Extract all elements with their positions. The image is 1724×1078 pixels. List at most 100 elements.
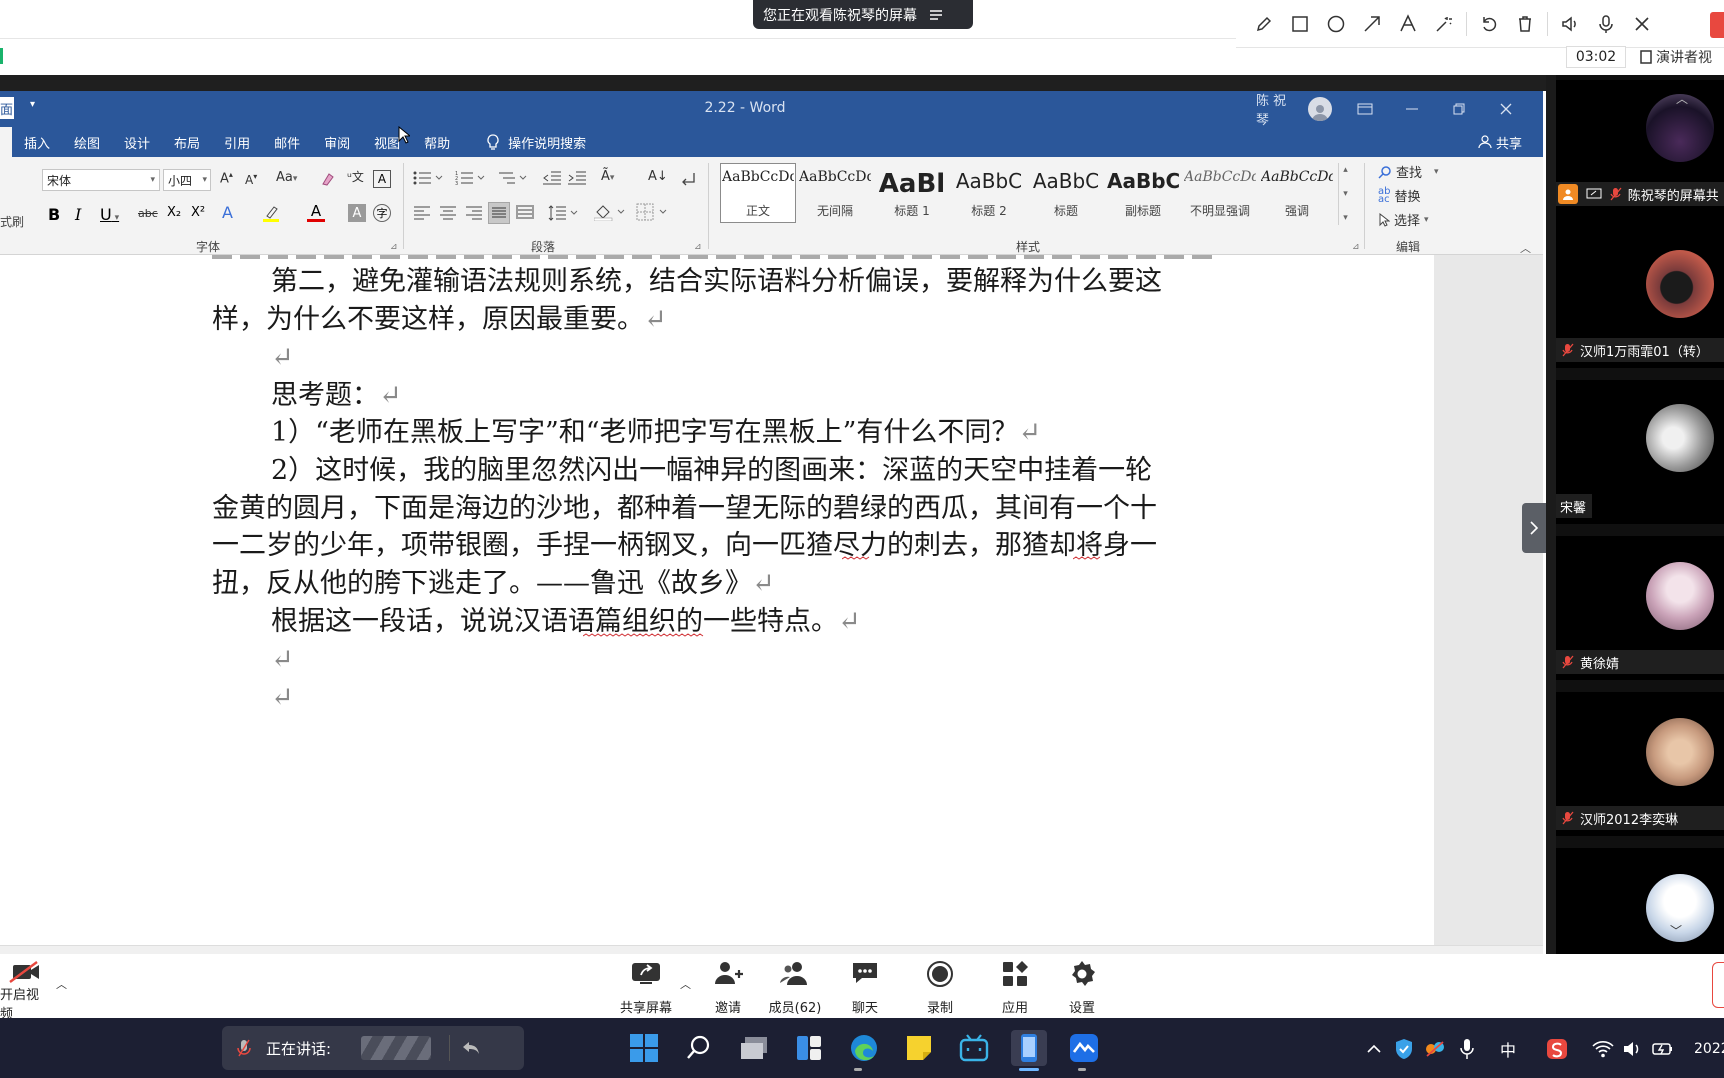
tab-references[interactable]: 引用 — [212, 127, 262, 157]
invite-button[interactable]: 邀请 — [705, 960, 751, 1016]
sogou-icon[interactable] — [1546, 1038, 1568, 1060]
justify-icon[interactable] — [488, 202, 510, 224]
show-hidden-icons[interactable] — [1366, 1038, 1382, 1060]
strikethrough-button[interactable]: abc — [138, 207, 158, 220]
tell-me-search[interactable]: 操作说明搜索 — [474, 127, 598, 157]
tab-design[interactable]: 设计 — [112, 127, 162, 157]
wifi-icon[interactable] — [1592, 1038, 1614, 1060]
chevron-up-icon[interactable]: ︿ — [680, 976, 691, 992]
dialog-launcher-icon[interactable]: ⊿ — [1352, 242, 1360, 252]
font-size-combo[interactable]: 小四 ▾ — [163, 169, 211, 191]
tencent-meeting-icon[interactable] — [1066, 1030, 1102, 1066]
end-meeting-button[interactable] — [1712, 962, 1724, 1008]
task-view-icon[interactable] — [736, 1030, 772, 1066]
dialog-launcher-icon[interactable]: ⊿ — [390, 242, 398, 252]
tab-draw[interactable]: 绘图 — [62, 127, 112, 157]
sticky-notes-icon[interactable] — [901, 1030, 937, 1066]
speaking-indicator[interactable]: 正在讲话: — [222, 1026, 524, 1070]
align-right-icon[interactable] — [466, 206, 482, 220]
clear-formatting-icon[interactable] — [320, 170, 338, 188]
italic-button[interactable]: I — [75, 205, 81, 224]
trash-icon[interactable] — [1507, 0, 1543, 48]
menu-icon[interactable] — [929, 9, 943, 21]
style-heading-2[interactable]: AaBbC 标题 2 — [951, 163, 1027, 223]
bilibili-icon[interactable] — [956, 1030, 992, 1066]
chevron-down-icon[interactable]: ▾ — [1343, 189, 1348, 199]
tab-mailings[interactable]: 邮件 — [262, 127, 312, 157]
style-normal[interactable]: AaBbCcDd 正文 — [720, 163, 796, 223]
magic-wand-icon[interactable] — [1426, 0, 1462, 48]
font-name-combo[interactable]: 宋体 ▾ — [42, 169, 160, 191]
battery-icon[interactable] — [1652, 1038, 1674, 1060]
record-button[interactable]: 录制 — [920, 960, 960, 1016]
shading-icon[interactable] — [594, 203, 628, 221]
members-button[interactable]: 成员(62) — [766, 960, 824, 1016]
input-method-indicator[interactable]: 中 — [1500, 1038, 1516, 1060]
volume-icon[interactable] — [1622, 1038, 1642, 1060]
bold-button[interactable]: B — [48, 205, 60, 224]
align-center-icon[interactable] — [440, 206, 456, 220]
rectangle-icon[interactable] — [1282, 0, 1318, 48]
settings-button[interactable]: 设置 — [1062, 960, 1102, 1016]
start-video-button[interactable]: 开启视频 — [0, 960, 48, 1022]
clock[interactable]: 2022 — [1694, 1038, 1724, 1060]
participant-tile[interactable]: ﹀ — [1556, 848, 1724, 954]
circle-icon[interactable] — [1318, 0, 1354, 48]
text-icon[interactable] — [1390, 0, 1426, 48]
chevron-up-icon[interactable]: ︿ — [1676, 90, 1688, 107]
align-left-icon[interactable] — [414, 206, 430, 220]
multilevel-list-icon[interactable] — [497, 170, 527, 186]
dialog-launcher-icon[interactable]: ⊿ — [694, 242, 702, 252]
style-subtitle[interactable]: AaBbC 副标题 — [1105, 163, 1181, 223]
numbering-icon[interactable]: 123 — [455, 170, 485, 186]
close-icon[interactable] — [1624, 0, 1660, 48]
apps-button[interactable]: 应用 — [995, 960, 1035, 1016]
borders-icon[interactable] — [636, 203, 670, 221]
phonetic-guide-icon[interactable]: ᵘ文 — [347, 168, 364, 185]
speaker-icon[interactable] — [1552, 0, 1588, 48]
replace-button[interactable]: ab ac 替换 — [1378, 186, 1421, 205]
tab-review[interactable]: 审阅 — [312, 127, 362, 157]
sort-icon[interactable]: A↓ — [648, 169, 668, 184]
more-icon[interactable]: ▾ — [1343, 213, 1348, 223]
undo-icon[interactable] — [1471, 0, 1507, 48]
reply-icon[interactable] — [462, 1041, 480, 1055]
search-icon[interactable] — [681, 1030, 717, 1066]
tab-insert[interactable]: 插入 — [12, 127, 62, 157]
share-button[interactable]: 共享 — [1466, 127, 1534, 157]
speaker-view-button[interactable]: 演讲者视 — [1640, 46, 1724, 68]
account-name[interactable]: 陈 祝琴 — [1256, 90, 1298, 128]
format-painter-stub[interactable]: 式刷 — [0, 213, 24, 230]
microphone-icon[interactable] — [1588, 0, 1624, 48]
qat-dropdown-icon[interactable]: ▾ — [30, 99, 35, 110]
style-emphasis[interactable]: AaBbCcDd 强调 — [1259, 163, 1335, 223]
edge-icon[interactable] — [846, 1030, 882, 1066]
phone-link-icon[interactable] — [1011, 1030, 1047, 1066]
find-button[interactable]: 查找 ▾ — [1378, 162, 1439, 181]
change-case-button[interactable]: Aa▾ — [276, 170, 297, 185]
panel-collapse-handle[interactable] — [1522, 503, 1546, 553]
panel-divider[interactable] — [1546, 75, 1556, 954]
style-no-spacing[interactable]: AaBbCcDd 无间隔 — [797, 163, 873, 223]
chinese-layout-icon[interactable]: A͂▾ — [601, 169, 614, 184]
chevron-up-icon[interactable]: ︿ — [56, 976, 67, 992]
enclose-characters-icon[interactable]: 字 — [373, 204, 391, 222]
avatar[interactable] — [1308, 97, 1332, 121]
shrink-font-icon[interactable]: A▾ — [245, 172, 257, 187]
text-effects-icon[interactable]: A — [222, 203, 233, 222]
microphone-icon[interactable] — [1460, 1038, 1474, 1060]
grow-font-icon[interactable]: A▴ — [220, 170, 233, 186]
document-page[interactable] — [0, 255, 1434, 945]
tab-help[interactable]: 帮助 — [412, 127, 462, 157]
chat-button[interactable]: 聊天 — [845, 960, 885, 1016]
styles-scroll[interactable]: ▴ ▾ ▾ — [1338, 163, 1352, 225]
style-subtle-emphasis[interactable]: AaBbCcDd 不明显强调 — [1182, 163, 1258, 223]
close-window-button[interactable] — [1483, 91, 1530, 127]
tray-app-icon[interactable] — [1424, 1038, 1446, 1060]
font-color-icon[interactable]: A — [307, 202, 325, 222]
character-shading-icon[interactable]: A — [348, 204, 366, 222]
ribbon-display-icon[interactable] — [1342, 91, 1389, 127]
subscript-button[interactable]: X₂ — [167, 205, 181, 220]
arrow-icon[interactable] — [1354, 0, 1390, 48]
pencil-icon[interactable] — [1246, 0, 1282, 48]
